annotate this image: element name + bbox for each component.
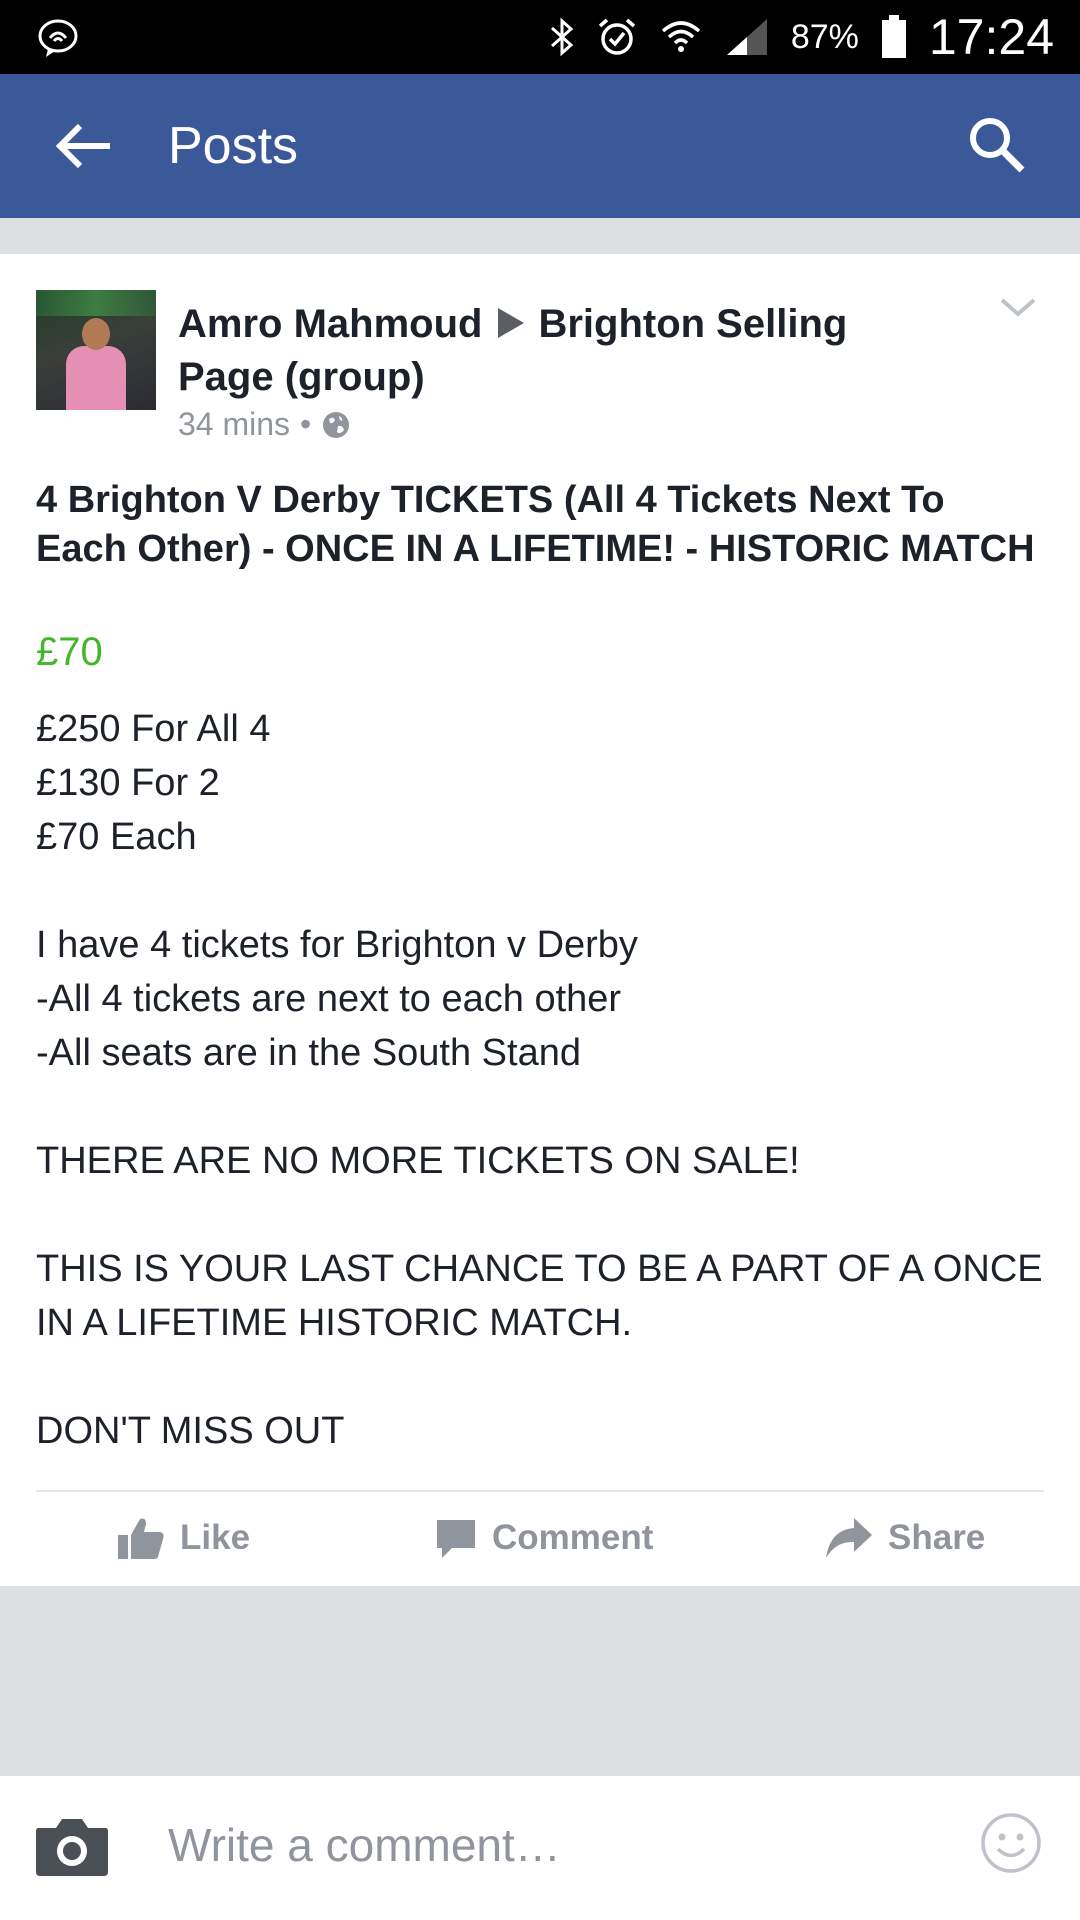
post-meta: 34 mins • (178, 406, 351, 443)
comment-button[interactable]: Comment (434, 1492, 653, 1584)
post-price: £70 (36, 630, 103, 674)
comment-composer: Write a comment… (0, 1776, 1080, 1920)
signal-icon (726, 19, 767, 55)
dot-separator: • (300, 406, 312, 442)
alarm-icon (598, 18, 635, 55)
comment-bubble-icon (437, 1520, 475, 1558)
camera-icon[interactable] (34, 1814, 110, 1878)
globe-icon (323, 411, 350, 438)
post-line: I have 4 tickets for Brighton v Derby (36, 924, 638, 966)
post-line: £70 Each (36, 816, 197, 858)
battery-icon (881, 15, 906, 58)
post-line: -All seats are in the South Stand (36, 1032, 581, 1074)
messenger-chat-icon (38, 19, 78, 57)
post-time[interactable]: 34 mins (178, 406, 290, 443)
emoji-icon[interactable] (980, 1812, 1042, 1874)
post-blank-line (36, 1080, 1046, 1134)
share-label: Share (888, 1518, 986, 1557)
post-body: £250 For All 4 £130 For 2 £70 Each I hav… (36, 702, 1046, 1458)
post-actions: Like Comment Share (0, 1492, 1080, 1584)
avatar[interactable] (36, 290, 156, 410)
post-blank-line (36, 1350, 1046, 1404)
post-line: THIS IS YOUR LAST CHANCE TO BE A PART OF… (36, 1248, 1043, 1344)
comment-input[interactable]: Write a comment… (168, 1818, 561, 1872)
chevron-down-icon[interactable] (998, 294, 1038, 322)
author-name[interactable]: Amro Mahmoud (178, 302, 482, 346)
thumbs-up-icon (118, 1518, 164, 1559)
bluetooth-icon (550, 17, 574, 57)
clock: 17:24 (928, 9, 1054, 65)
post-line: THERE ARE NO MORE TICKETS ON SALE! (36, 1140, 800, 1182)
post-card: Amro Mahmoud Brighton Selling Page (group… (0, 254, 1080, 1586)
comment-label: Comment (492, 1518, 654, 1557)
post-blank-line (36, 1188, 1046, 1242)
page-title: Posts (168, 117, 299, 175)
arrow-right-icon (498, 308, 525, 339)
post-line: DON'T MISS OUT (36, 1410, 345, 1452)
share-button[interactable]: Share (824, 1492, 985, 1584)
like-button[interactable]: Like (116, 1492, 250, 1584)
post-blank-line (36, 864, 1046, 918)
wifi-icon (661, 21, 700, 52)
post-line: £130 For 2 (36, 762, 220, 804)
post-title: 4 Brighton V Derby TICKETS (All 4 Ticket… (36, 479, 1035, 570)
post-header: Amro Mahmoud Brighton Selling Page (group… (178, 298, 898, 404)
share-arrow-icon (826, 1518, 872, 1558)
app-bar: Posts (0, 74, 1080, 218)
search-icon[interactable] (964, 112, 1028, 176)
back-arrow-icon[interactable] (52, 118, 116, 174)
post-line: £250 For All 4 (36, 708, 271, 750)
battery-percentage: 87% (790, 17, 859, 56)
status-bar: 87% 17:24 (0, 0, 1080, 74)
like-label: Like (180, 1518, 251, 1557)
post-line: -All 4 tickets are next to each other (36, 978, 622, 1020)
